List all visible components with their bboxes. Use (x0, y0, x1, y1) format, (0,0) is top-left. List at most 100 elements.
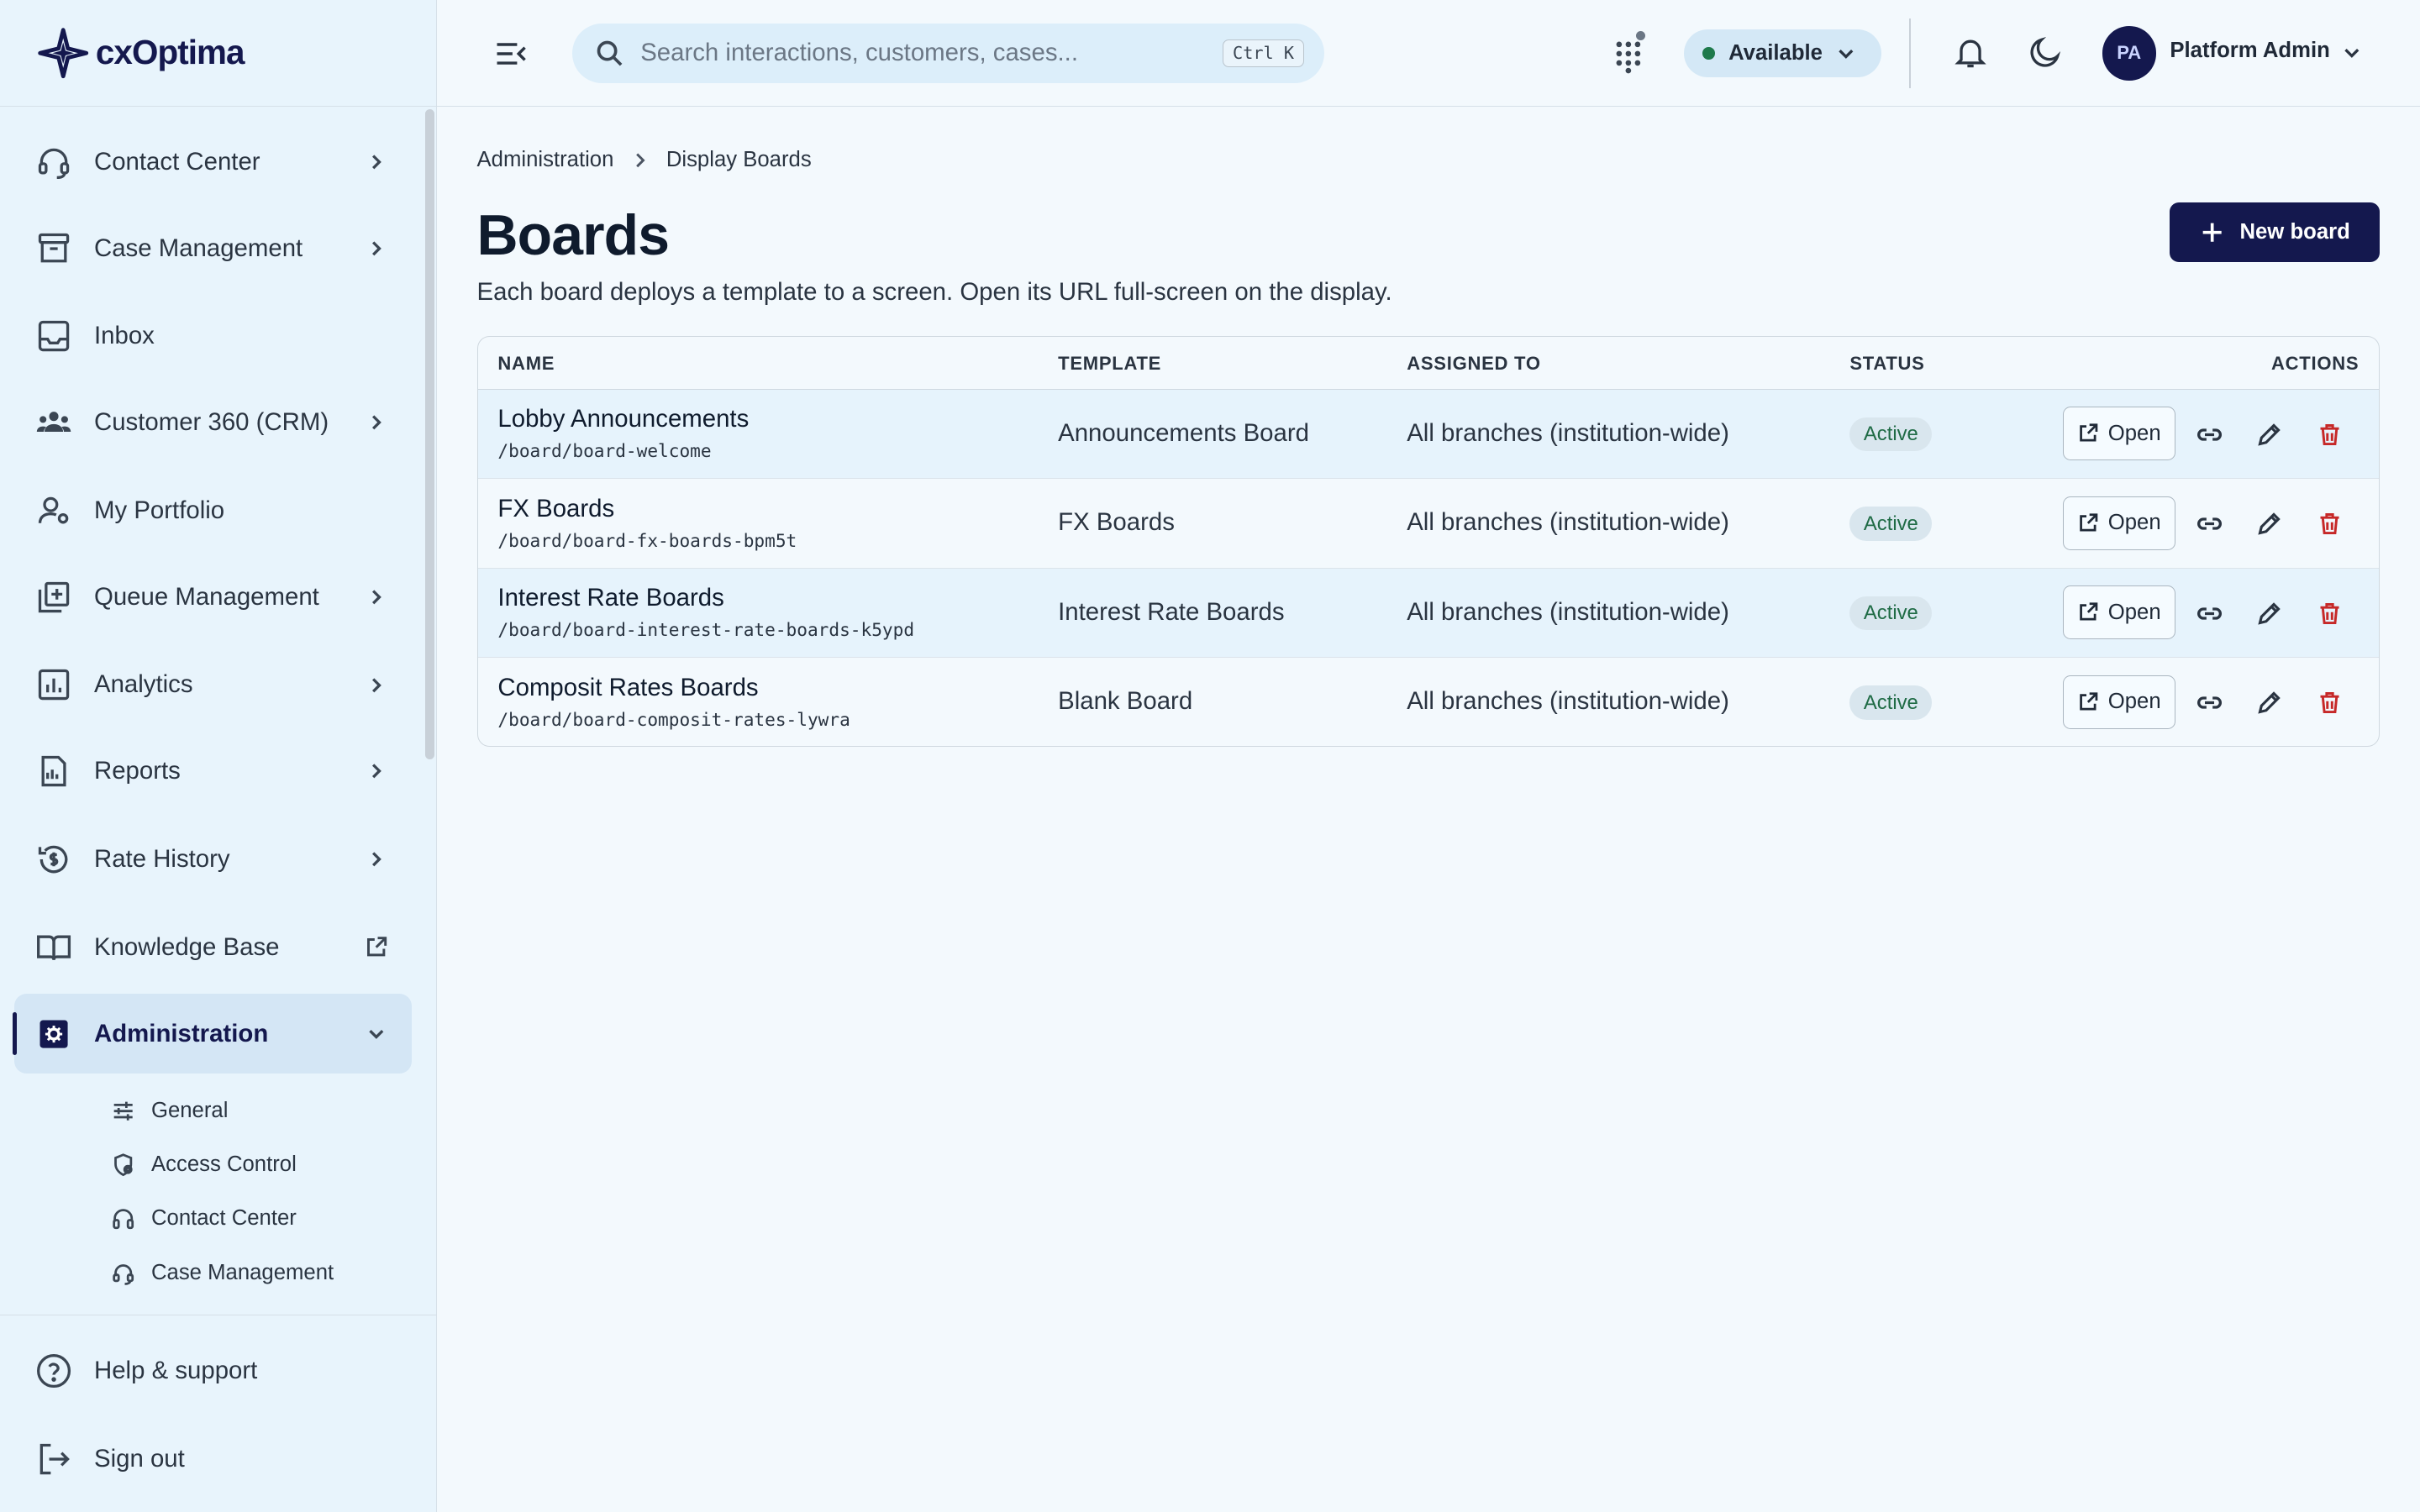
open-label: Open (2107, 511, 2161, 535)
top-header: Ctrl K Available PA Platform Admin (436, 0, 2420, 107)
sidebar-subitem-label: Access Control (150, 1152, 297, 1177)
help-support-link[interactable]: Help & support (14, 1331, 413, 1411)
chevron-right-icon (363, 148, 391, 176)
sidebar-item-contact-center[interactable]: Contact Center (14, 122, 413, 202)
sidebar-item-analytics[interactable]: Analytics (14, 645, 413, 726)
trash-icon[interactable] (2316, 510, 2344, 538)
sidebar-item-inbox[interactable]: Inbox (14, 297, 413, 377)
sidebar-item-label: Contact Center (94, 147, 260, 176)
open-label: Open (2107, 690, 2161, 714)
sidebar-item-label: Rate History (94, 845, 230, 874)
column-header-status: STATUS (1849, 352, 1925, 374)
open-board-button[interactable]: Open (2062, 585, 2175, 640)
table-header: NAME TEMPLATE ASSIGNED TO STATUS ACTIONS (477, 337, 2380, 390)
chevron-down-icon (363, 1020, 391, 1047)
dialpad-icon[interactable] (1608, 30, 1649, 74)
sidebar-item-reports[interactable]: Reports (14, 732, 413, 812)
page-title: Boards (476, 202, 670, 267)
user-name[interactable]: Platform Admin (2170, 39, 2329, 63)
availability-status-dropdown[interactable]: Available (1683, 29, 1881, 77)
sidebar-subitem-general[interactable]: General (111, 1092, 228, 1129)
shield-lock-icon (111, 1152, 135, 1177)
chevron-right-icon (363, 845, 391, 873)
headphones-icon (111, 1206, 135, 1231)
chevron-right-icon (363, 758, 391, 785)
sidebar-subitem-contact-center[interactable]: Contact Center (111, 1200, 297, 1237)
sidebar-subitem-label: Case Management (150, 1260, 334, 1284)
sidebar-item-knowledge-base[interactable]: Knowledge Base (14, 907, 413, 988)
board-name[interactable]: Composit Rates Boards (497, 674, 758, 702)
breadcrumb-item-current: Display Boards (666, 148, 812, 172)
trash-icon[interactable] (2316, 689, 2344, 717)
board-template: Blank Board (1058, 687, 1193, 716)
sidebar-item-label: Knowledge Base (94, 932, 280, 961)
external-link-icon (2077, 423, 2099, 444)
status-label: Available (1728, 40, 1823, 65)
link-icon[interactable] (2196, 510, 2223, 538)
board-assigned-to: All branches (institution-wide) (1407, 687, 1729, 716)
trash-icon[interactable] (2316, 421, 2344, 449)
link-icon[interactable] (2196, 689, 2223, 717)
sidebar-subitem-label: General (150, 1098, 229, 1122)
trash-icon[interactable] (2316, 600, 2344, 627)
board-path: /board/board-welcome (497, 440, 712, 462)
board-assigned-to: All branches (institution-wide) (1407, 418, 1729, 447)
main-content: Administration Display Boards Boards Eac… (437, 107, 2420, 1512)
menu-collapse-icon[interactable] (492, 35, 529, 72)
sidebar-item-rate-history[interactable]: Rate History (14, 819, 413, 900)
external-link-icon (2077, 691, 2099, 713)
logo-star-icon (38, 27, 89, 78)
board-name[interactable]: FX Boards (497, 495, 614, 523)
rate-history-icon (35, 841, 72, 878)
sidebar-item-label: Reports (94, 757, 181, 785)
open-label: Open (2107, 600, 2161, 624)
sidebar-item-label: Case Management (94, 234, 303, 262)
open-board-button[interactable]: Open (2062, 496, 2175, 550)
search-bar[interactable]: Ctrl K (572, 23, 1324, 84)
pencil-icon[interactable] (2255, 689, 2283, 717)
sidebar-item-customer-360[interactable]: Customer 360 (CRM) (14, 382, 413, 463)
new-board-label: New board (2239, 219, 2350, 244)
sidebar-subitem-case-management[interactable]: Case Management (111, 1254, 334, 1291)
open-board-button[interactable]: Open (2062, 675, 2175, 729)
board-name[interactable]: Interest Rate Boards (497, 584, 723, 612)
avatar[interactable]: PA (2102, 26, 2156, 81)
headset-icon (35, 144, 72, 181)
sidebar-nav: Contact Center Case Management Inbox Cus… (0, 107, 436, 1315)
breadcrumb-item-administration[interactable]: Administration (477, 148, 614, 172)
sidebar-item-administration[interactable]: Administration (12, 993, 413, 1074)
archive-box-icon (35, 230, 72, 267)
breadcrumb: Administration Display Boards (477, 148, 812, 172)
sidebar-item-label: Inbox (94, 322, 155, 350)
open-board-button[interactable]: Open (2062, 407, 2175, 461)
search-input[interactable] (640, 39, 1223, 68)
moon-icon[interactable] (2027, 34, 2064, 71)
new-board-button[interactable]: New board (2170, 202, 2381, 263)
board-path: /board/board-interest-rate-boards-k5ypd (497, 619, 915, 641)
logo-text: cxOptima (95, 33, 245, 72)
status-badge: Active (1849, 507, 1933, 541)
sidebar-item-my-portfolio[interactable]: My Portfolio (14, 470, 413, 551)
logo[interactable]: cxOptima (0, 0, 436, 107)
sign-out-link[interactable]: Sign out (14, 1419, 413, 1499)
header-divider (1908, 18, 1911, 88)
board-name[interactable]: Lobby Announcements (497, 405, 749, 433)
notification-dot (1635, 30, 1645, 40)
pencil-icon[interactable] (2255, 510, 2283, 538)
queue-add-icon (35, 579, 72, 616)
bell-icon[interactable] (1952, 34, 1989, 71)
sidebar: cxOptima Contact Center Case Management … (0, 0, 437, 1512)
user-settings-icon (35, 492, 72, 529)
chevron-down-icon[interactable] (2341, 42, 2363, 64)
pencil-icon[interactable] (2255, 421, 2283, 449)
link-icon[interactable] (2196, 600, 2223, 627)
help-circle-icon (35, 1352, 72, 1389)
sidebar-item-queue-management[interactable]: Queue Management (14, 557, 413, 638)
sidebar-subitem-access-control[interactable]: Access Control (111, 1147, 297, 1184)
pencil-icon[interactable] (2255, 600, 2283, 627)
link-icon[interactable] (2196, 421, 2223, 449)
sidebar-scrollbar[interactable] (424, 109, 434, 759)
board-assigned-to: All branches (institution-wide) (1407, 597, 1729, 626)
sidebar-item-case-management[interactable]: Case Management (14, 208, 413, 289)
table-row: Interest Rate Boards /board/board-intere… (477, 568, 2380, 659)
